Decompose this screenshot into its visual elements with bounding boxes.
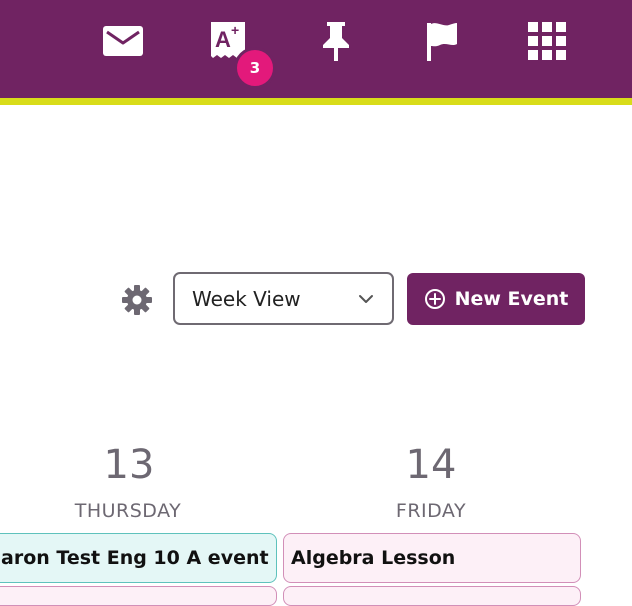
svg-text:A: A <box>215 27 231 52</box>
view-select-value: Week View <box>192 286 301 311</box>
day-name: FRIDAY <box>395 500 467 522</box>
top-navigation-bar: A + 3 <box>0 0 632 98</box>
gear-icon[interactable] <box>121 284 153 316</box>
plus-circle-icon <box>424 289 445 309</box>
calendar-event-partial[interactable] <box>283 586 581 606</box>
day-name: THURSDAY <box>74 500 182 522</box>
calendar-event-partial[interactable] <box>0 586 277 606</box>
new-event-button[interactable]: New Event <box>407 273 585 325</box>
day-number: 13 <box>103 442 155 488</box>
new-event-label: New Event <box>454 288 569 310</box>
apps-grid-icon[interactable] <box>524 18 570 64</box>
day-number: 14 <box>405 442 457 488</box>
flag-icon[interactable] <box>418 18 464 64</box>
chevron-down-icon <box>359 295 373 303</box>
pin-icon[interactable] <box>313 18 359 64</box>
calendar-event[interactable]: aron Test Eng 10 A event <box>0 533 277 583</box>
view-select[interactable]: Week View <box>173 272 394 325</box>
header-accent-line <box>0 98 632 105</box>
svg-text:+: + <box>231 22 239 38</box>
event-title: aron Test Eng 10 A event <box>1 547 269 569</box>
event-title: Algebra Lesson <box>291 547 456 569</box>
grades-notification-badge: 3 <box>234 47 276 89</box>
mail-icon[interactable] <box>100 18 146 64</box>
calendar-event[interactable]: Algebra Lesson <box>283 533 581 583</box>
